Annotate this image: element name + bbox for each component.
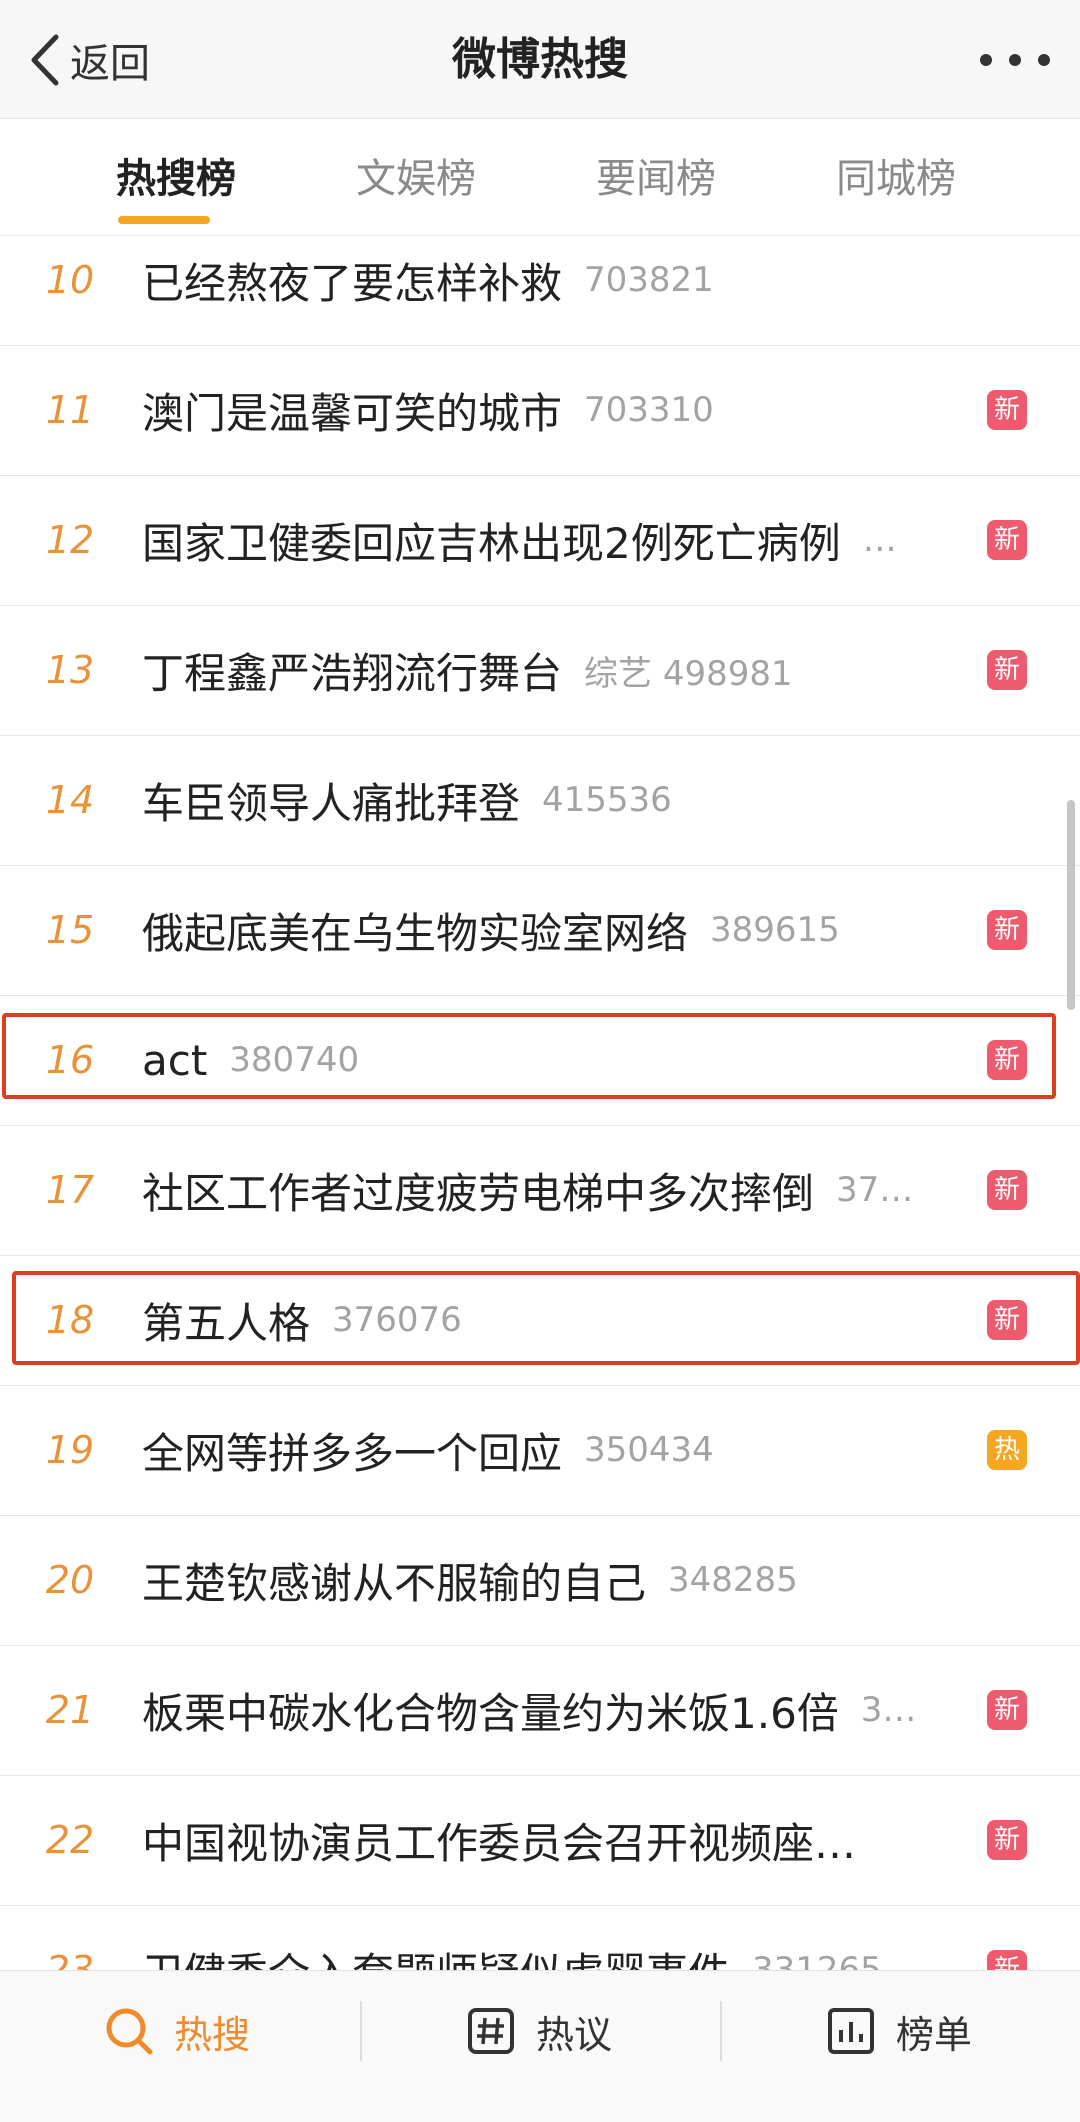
tab-local[interactable]: 同城榜 [836,153,956,205]
topic-title: 中国视协演员工作委员会召开视频座… [142,1818,857,1868]
list-item[interactable]: 17 社区工作者过度疲劳电梯中多次摔倒 37… 新 [0,1125,1080,1256]
divider [720,2001,722,2061]
new-badge: 新 [987,650,1027,690]
heat-value: 3… [860,1690,917,1730]
rank-number: 19 [45,1428,95,1472]
new-badge: 新 [987,1950,1027,1970]
list-item[interactable]: 21 板栗中碳水化合物含量约为米饭1.6倍 3… 新 [0,1645,1080,1776]
rank-number: 15 [45,908,95,952]
list-item[interactable]: 11 澳门是温馨可笑的城市 703310 新 [0,345,1080,476]
new-badge: 新 [987,910,1027,950]
new-badge: 新 [987,1690,1027,1730]
heat-value: 综艺 498981 [584,653,793,694]
hot-search-icon [106,2008,153,2055]
topic-title: 已经熬夜了要怎样补救 [142,258,563,308]
rank-number: 21 [45,1688,95,1732]
tab-hot-search[interactable]: 热搜榜 [116,153,236,205]
rank-number: 23 [45,1948,95,1970]
bottom-tab-bar: 热搜 热议 榜单 [0,1970,1080,2122]
rank-number: 11 [45,388,95,432]
heat-value: 703310 [584,390,714,430]
topic-title: 卫健委介入套题师疑似虐婴事件 [142,1940,730,1971]
topic-title: 澳门是温馨可笑的城市 [142,388,563,438]
rank-number: 16 [45,1038,95,1082]
rank-number: 14 [45,778,95,822]
list-item[interactable]: 13 丁程鑫严浩翔流行舞台 综艺 498981 新 [0,605,1080,736]
chart-list-icon [828,2008,874,2054]
bottom-tab-discussion[interactable]: 热议 [466,1971,612,2091]
page-title: 微博热搜 [452,34,628,85]
new-badge: 新 [987,1820,1027,1860]
rank-number: 20 [45,1558,95,1602]
new-badge: 新 [987,390,1027,430]
list-item[interactable]: 19 全网等拼多多一个回应 350434 热 [0,1385,1080,1516]
hot-search-list: 10 已经熬夜了要怎样补救 703821 11 澳门是温馨可笑的城市 703310 … [0,235,1080,1970]
rank-number: 12 [45,518,95,562]
list-item[interactable]: 23 卫健委介入套题师疑似虐婴事件 331265 新 [0,1905,1080,1970]
heat-value: 350434 [584,1430,714,1470]
topic-title: 社区工作者过度疲劳电梯中多次摔倒 [142,1168,815,1218]
top-nav-bar: 返回 微博热搜 [0,0,1080,119]
heat-value: 415536 [542,780,672,820]
topic-title: 丁程鑫严浩翔流行舞台 [142,648,563,698]
bottom-tab-hot-search[interactable]: 热搜 [104,1971,250,2091]
new-badge: 新 [987,1170,1027,1210]
heat-value: 389615 [710,910,840,950]
divider [360,2001,362,2061]
list-item[interactable]: 10 已经熬夜了要怎样补救 703821 [0,235,1080,346]
list-item[interactable]: 15 俄起底美在乌生物实验室网络 389615 新 [0,865,1080,996]
heat-value: 37… [836,1170,914,1210]
bottom-tab-label: 榜单 [896,2012,973,2057]
more-dots-icon[interactable] [980,40,1050,80]
heat-value: 376076 [332,1300,462,1340]
new-badge: 新 [987,1300,1027,1340]
bottom-tab-label: 热议 [536,2012,613,2057]
rank-number: 18 [45,1298,95,1342]
bottom-tab-rankings[interactable]: 榜单 [826,1971,972,2091]
list-item[interactable]: 16 act 380740 新 [0,995,1080,1126]
tab-news[interactable]: 要闻榜 [596,153,716,205]
new-badge: 新 [987,1040,1027,1080]
list-item[interactable]: 22 中国视协演员工作委员会召开视频座… 新 [0,1775,1080,1906]
heat-value: 703821 [584,260,714,300]
topic-title: 车臣领导人痛批拜登 [142,778,521,828]
rank-number: 17 [45,1168,95,1212]
new-badge: 新 [987,520,1027,560]
topic-title: 俄起底美在乌生物实验室网络 [142,908,689,958]
list-item[interactable]: 14 车臣领导人痛批拜登 415536 [0,735,1080,866]
tab-entertainment[interactable]: 文娱榜 [356,153,476,205]
heat-value: 380740 [229,1040,360,1080]
topic-title: act [142,1035,208,1085]
list-item[interactable]: 12 国家卫健委回应吉林出现2例死亡病例 … 新 [0,475,1080,606]
hashtag-icon [468,2008,514,2054]
hot-badge: 热 [987,1430,1027,1470]
topic-title: 王楚钦感谢从不服输的自己 [142,1558,647,1608]
heat-value: … [862,520,897,560]
topic-title: 国家卫健委回应吉林出现2例死亡病例 [142,518,841,568]
heat-value: 348285 [668,1560,798,1600]
list-item[interactable]: 18 第五人格 376076 新 [0,1255,1080,1386]
topic-title: 第五人格 [142,1298,311,1348]
rank-number: 22 [45,1818,95,1862]
list-item[interactable]: 20 王楚钦感谢从不服输的自己 348285 [0,1515,1080,1646]
rank-number: 10 [45,258,95,302]
topic-title: 板栗中碳水化合物含量约为米饭1.6倍 [142,1688,839,1738]
rank-number: 13 [45,648,95,692]
scrollbar[interactable] [1067,800,1075,1010]
bottom-tab-label: 热搜 [174,2012,251,2057]
heat-value: 331265 [752,1950,882,1970]
active-tab-indicator [118,216,210,224]
topic-title: 全网等拼多多一个回应 [142,1428,563,1478]
